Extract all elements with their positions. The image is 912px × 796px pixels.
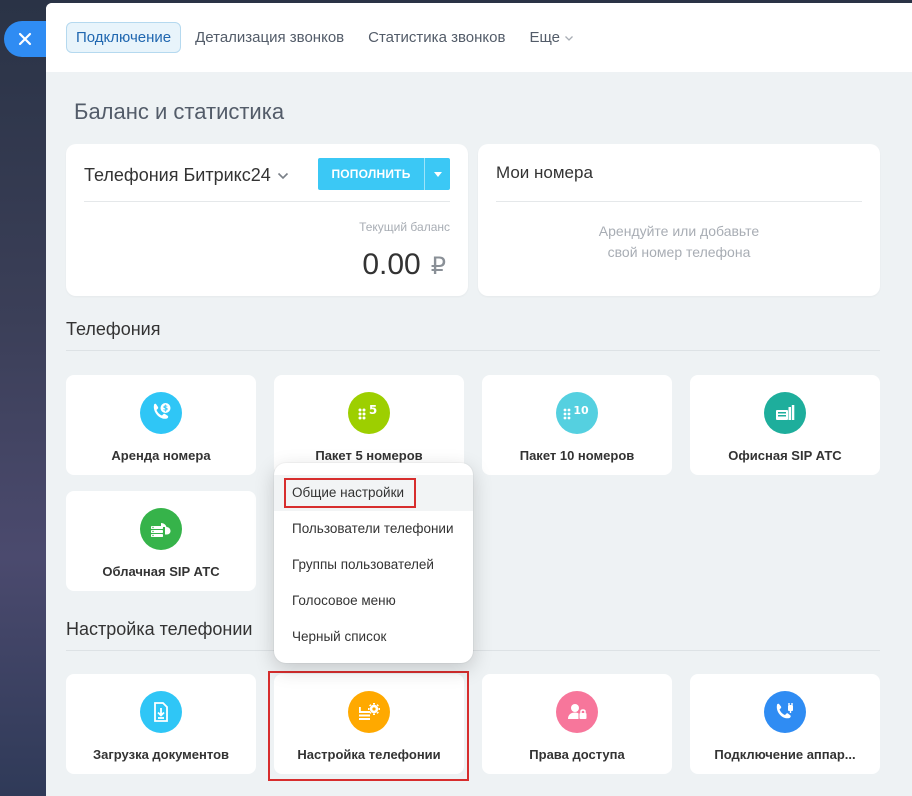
tile-label: Загрузка документов <box>92 747 229 762</box>
tile-label: Облачная SIP АТС <box>102 564 220 579</box>
balance-card: Телефония Битрикс24 ПОПОЛНИТЬ Текущий ба… <box>66 144 468 296</box>
tile-cloud-sip[interactable]: Облачная SIP АТС <box>66 491 256 591</box>
close-icon <box>18 32 32 46</box>
tile-access-rights[interactable]: Права доступа <box>482 674 672 774</box>
my-numbers-card: Мои номера Арендуйте или добавьте свой н… <box>478 144 880 296</box>
tab-connection[interactable]: Подключение <box>66 22 182 53</box>
tile-label: Настройка телефонии <box>297 747 441 762</box>
telephony-settings-icon <box>348 691 390 733</box>
tab-more[interactable]: Еще <box>529 29 574 46</box>
cloud-sip-icon <box>140 508 182 550</box>
close-button[interactable] <box>4 21 46 57</box>
menu-item-blacklist[interactable]: Черный список <box>274 619 473 655</box>
access-rights-icon <box>556 691 598 733</box>
tile-number-rent[interactable]: $ Аренда номера <box>66 375 256 475</box>
tile-telephony-settings[interactable]: Настройка телефонии <box>274 674 464 774</box>
chevron-down-icon <box>565 35 573 41</box>
my-numbers-hint: Арендуйте или добавьте свой номер телефо… <box>478 221 880 263</box>
topup-dropdown[interactable] <box>424 158 450 190</box>
tile-label: Пакет 10 номеров <box>519 448 635 463</box>
hint-line: Арендуйте или добавьте <box>598 223 760 239</box>
tile-label: Права доступа <box>529 747 625 762</box>
office-sip-icon <box>764 392 806 434</box>
document-upload-icon <box>140 691 182 733</box>
menu-item-general-settings[interactable]: Общие настройки <box>274 475 473 511</box>
device-connect-icon <box>764 691 806 733</box>
section-title-telephony: Телефония <box>66 319 161 339</box>
top-tabs: Подключение Детализация звонков Статисти… <box>46 3 912 72</box>
tile-office-sip[interactable]: Офисная SIP АТС <box>690 375 880 475</box>
package-10-icon: 10 <box>556 392 598 434</box>
tab-call-details[interactable]: Детализация звонков <box>195 29 344 46</box>
balance-amount: 0.00 <box>362 248 421 281</box>
menu-item-user-groups[interactable]: Группы пользователей <box>274 547 473 583</box>
tab-more-label: Еще <box>529 29 560 46</box>
svg-text:5: 5 <box>369 403 377 417</box>
caret-down-icon <box>433 171 442 177</box>
tile-label: Офисная SIP АТС <box>728 448 842 463</box>
tile-label: Подключение аппар... <box>714 747 856 762</box>
section-divider <box>66 350 880 351</box>
tile-package-5[interactable]: 5 Пакет 5 номеров <box>274 375 464 475</box>
section-divider <box>66 650 880 651</box>
currency-symbol: ₽ <box>430 253 446 280</box>
topup-label: ПОПОЛНИТЬ <box>331 167 411 181</box>
tile-label: Аренда номера <box>111 448 211 463</box>
my-numbers-title: Мои номера <box>496 163 593 182</box>
page-title: Баланс и статистика <box>74 99 285 124</box>
menu-item-voice-menu[interactable]: Голосовое меню <box>274 583 473 619</box>
chevron-down-icon <box>277 172 288 179</box>
tile-document-upload[interactable]: Загрузка документов <box>66 674 256 774</box>
package-5-icon: 5 <box>348 392 390 434</box>
divider <box>84 201 450 202</box>
telephony-panel: Подключение Детализация звонков Статисти… <box>46 3 912 796</box>
tile-package-10[interactable]: 10 Пакет 10 номеров <box>482 375 672 475</box>
provider-name: Телефония Битрикс24 <box>84 165 271 185</box>
menu-item-telephony-users[interactable]: Пользователи телефонии <box>274 511 473 547</box>
hint-line: свой номер телефона <box>607 244 751 260</box>
balance-value: 0.00 ₽ <box>362 248 446 282</box>
svg-text:10: 10 <box>573 404 589 417</box>
topup-button[interactable]: ПОПОЛНИТЬ <box>318 158 450 190</box>
section-title-settings: Настройка телефонии <box>66 619 253 639</box>
tile-label: Пакет 5 номеров <box>315 448 423 463</box>
tile-device-connect[interactable]: Подключение аппар... <box>690 674 880 774</box>
svg-text:$: $ <box>163 404 168 413</box>
tab-call-stats[interactable]: Статистика звонков <box>368 29 505 46</box>
settings-popup-menu: Общие настройки Пользователи телефонии Г… <box>274 463 473 663</box>
divider <box>496 201 862 202</box>
phone-rent-icon: $ <box>140 392 182 434</box>
provider-selector[interactable]: Телефония Битрикс24 <box>84 165 289 186</box>
balance-label: Текущий баланс <box>359 220 450 234</box>
